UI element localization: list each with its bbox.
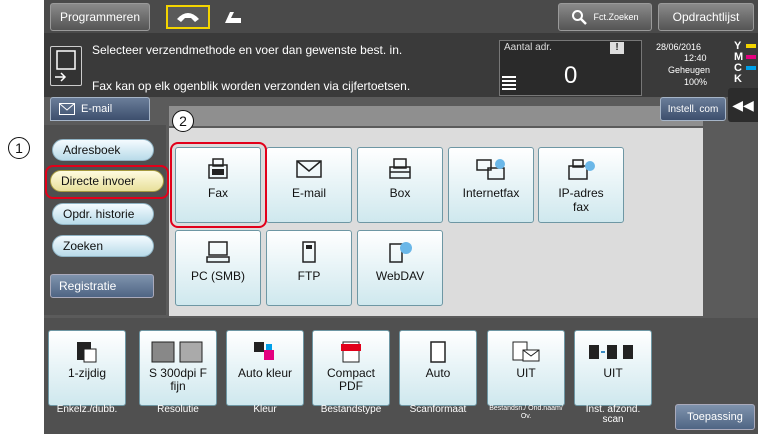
fct-zoeken-label: Fct.Zoeken	[593, 12, 639, 22]
double-chevron-left-icon: ◀◀	[732, 96, 754, 113]
message-line-2: Fax kan op elk ogenblik worden verzonden…	[92, 79, 411, 93]
filename-icon	[512, 341, 540, 362]
message-line-1: Selecteer verzendmethode en voer dan gew…	[92, 43, 403, 57]
method-internetfax[interactable]: Internetfax	[448, 147, 534, 223]
geheugen-pct: 100%	[684, 77, 708, 87]
color-icon	[254, 342, 274, 360]
menu-zoeken[interactable]: Zoeken	[52, 235, 154, 257]
method-box-label: Box	[389, 186, 411, 200]
highlight-fax	[170, 142, 267, 228]
setting-bestandstype-value: Compact PDF	[326, 366, 376, 393]
time-text: 12:40	[684, 53, 707, 63]
job-status-icon[interactable]	[50, 46, 82, 86]
setting-afzond-scan[interactable]: UIT	[574, 330, 652, 406]
menu-adresboek[interactable]: Adresboek	[52, 139, 154, 161]
method-email[interactable]: E-mail	[266, 147, 352, 223]
setting-scanformaat[interactable]: Auto	[399, 330, 477, 406]
label-scanformaat: Scanformaat	[409, 404, 467, 415]
method-email-label: E-mail	[291, 186, 326, 200]
toner-levels: Y M C K	[734, 40, 756, 85]
method-pc-smb[interactable]: PC (SMB)	[175, 230, 261, 306]
handset-icon	[225, 12, 241, 23]
callout-2: 2	[172, 110, 194, 132]
label-bestandstype: Bestandstype	[320, 404, 382, 415]
document-arrow-icon	[55, 50, 76, 82]
setting-resolutie[interactable]: S 300dpi F fijn	[139, 330, 217, 406]
setting-kleur[interactable]: Auto kleur	[226, 330, 304, 406]
setting-bestandsnaam-value: UIT	[516, 366, 536, 380]
date-text: 28/06/2016	[656, 42, 702, 52]
method-ipfax-label: IP-adres fax	[558, 186, 604, 214]
setting-resolutie-value: S 300dpi F fijn	[148, 366, 208, 393]
envelope-icon	[59, 103, 75, 115]
method-ipfax[interactable]: IP-adres fax	[538, 147, 624, 223]
resolution-icon	[151, 341, 203, 363]
setting-bestandstype[interactable]: Compact PDF	[312, 330, 390, 406]
collapse-panel-button[interactable]: ◀◀	[728, 88, 758, 122]
label-resolutie: Resolutie	[157, 404, 199, 415]
phone-icon	[177, 13, 199, 22]
toepassing-button[interactable]: Toepassing	[675, 404, 755, 430]
setting-bestandsnaam[interactable]: UIT	[487, 330, 565, 406]
programmeren-button[interactable]: Programmeren	[50, 3, 150, 31]
label-bestandsnaam: Bestandsn./ Ond.naam/ Ov.	[489, 405, 563, 420]
pdf-icon	[341, 341, 361, 363]
fct-zoeken-button[interactable]: Fct.Zoeken	[558, 3, 652, 31]
setting-simplex-value: 1-zijdig	[67, 366, 106, 380]
setting-afzond-scan-value: UIT	[603, 366, 623, 380]
page-icon	[430, 341, 446, 363]
internetfax-icon	[476, 159, 505, 180]
destination-strip	[169, 106, 703, 126]
copier-screen: Programmeren Fct.Zoeken Opdrachtlijst Se…	[44, 0, 758, 434]
aantal-value: 0	[564, 62, 578, 89]
menu-opdr-historie[interactable]: Opdr. historie	[52, 203, 154, 225]
highlight-directe-invoer	[45, 165, 169, 199]
search-icon	[572, 10, 588, 25]
email-icon	[296, 160, 322, 178]
method-ftp-label: FTP	[297, 269, 321, 283]
method-ftp[interactable]: FTP	[266, 230, 352, 306]
label-enkelz: Enkelz./dubb.	[56, 404, 118, 415]
method-pc-smb-label: PC (SMB)	[191, 269, 245, 283]
tab-instellingen[interactable]: Instell. com	[660, 97, 726, 121]
method-webdav-label: WebDAV	[375, 269, 425, 283]
onhook-button[interactable]	[218, 5, 248, 29]
callout-1: 1	[8, 137, 30, 159]
method-webdav[interactable]: WebDAV	[357, 230, 443, 306]
ftp-icon	[302, 241, 316, 263]
simplex-icon	[77, 342, 97, 363]
setting-kleur-value: Auto kleur	[237, 366, 293, 380]
toner-k: K	[734, 73, 742, 85]
ipfax-icon	[568, 159, 595, 180]
setting-simplex-duplex[interactable]: 1-zijdig	[48, 330, 126, 406]
tab-email-label: E-mail	[81, 103, 113, 115]
method-box[interactable]: Box	[357, 147, 443, 223]
webdav-icon	[389, 242, 412, 263]
geheugen-text: Geheugen	[668, 65, 711, 75]
method-internetfax-label: Internetfax	[462, 186, 520, 200]
setting-scanformaat-value: Auto	[425, 366, 451, 380]
registratie-button[interactable]: Registratie	[50, 274, 154, 298]
opdrachtlijst-button[interactable]: Opdrachtlijst	[658, 3, 754, 31]
box-icon	[389, 158, 411, 179]
list-icon	[502, 76, 516, 92]
tab-email[interactable]: E-mail	[50, 97, 150, 121]
aantal-label: Aantal adr.	[504, 42, 552, 53]
pc-icon	[206, 241, 230, 263]
label-afzond-scan: Inst. afzond. scan	[585, 404, 641, 425]
warning-icon: !	[610, 42, 624, 54]
phone-mode-button[interactable]	[166, 5, 210, 29]
label-kleur: Kleur	[253, 404, 277, 415]
separate-scan-icon	[589, 345, 633, 359]
